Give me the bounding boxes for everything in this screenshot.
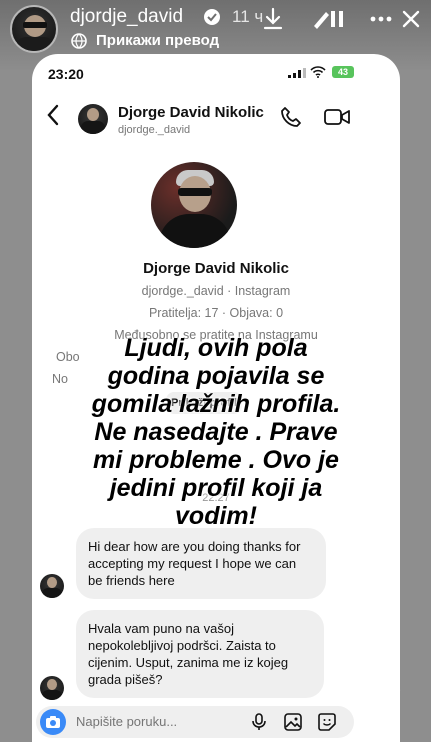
translate-icon [71,33,87,49]
profile-name: Djorge David Nikolic [143,260,289,277]
caption-line: godina pojavila se [107,362,325,390]
back-arrow-icon[interactable] [46,104,60,126]
caption-line: mi probleme . Ovo je [93,446,339,474]
profile-handle: djordge._david · Instagram [141,284,291,298]
verified-badge-icon [204,9,220,25]
download-icon[interactable] [258,4,288,34]
camera-button[interactable] [40,709,66,735]
translate-button[interactable]: Прикажи превод [96,32,219,49]
story-caption: Ljudi, ovih pola godina pojavila se gomi… [32,334,400,530]
chat-name[interactable]: Djorge David Nikolic [118,104,264,121]
message-composer [36,706,354,738]
close-icon[interactable] [396,4,426,34]
story-avatar[interactable] [10,5,58,53]
chat-avatar[interactable] [78,104,108,134]
pause-icon[interactable] [322,4,352,34]
status-time: 23:20 [48,66,84,82]
profile-stats: Pratitelja: 17 · Objava: 0 [148,306,284,320]
sticker-icon[interactable] [318,713,336,731]
wifi-icon [310,66,326,78]
caption-line: gomila lažnih profila. [91,390,341,418]
profile-avatar [151,162,237,248]
caption-line: jedini profil koji ja [109,474,323,502]
video-call-icon[interactable] [324,108,350,126]
caption-line: Ljudi, ovih pola [124,334,308,362]
camera-icon [46,716,60,728]
signal-icon [288,68,306,78]
message-input[interactable] [76,714,216,729]
sender-avatar [40,676,64,700]
gallery-icon[interactable] [284,713,302,731]
more-options-icon[interactable] [366,4,396,34]
phone-call-icon[interactable] [280,106,302,128]
caption-line: vodim! [175,502,257,530]
message-bubble: Hi dear how are you doing thanks for acc… [76,528,326,599]
caption-line: Ne nasedajte . Prave [94,418,338,446]
story-username[interactable]: djordje_david [70,6,183,28]
chat-header: Djorge David Nikolic djordge._david [32,94,400,142]
chat-handle: djordge._david [118,124,191,136]
send-icon[interactable] [368,686,402,716]
microphone-icon[interactable] [250,713,268,731]
message-bubble: Hvala vam puno na vašoj nepokolebljivoj … [76,610,324,698]
battery-indicator: 43 [332,66,354,78]
screenshot-frame: 23:20 43 Djorge David Nikolic djordge._d… [32,54,400,742]
sender-avatar [40,574,64,598]
